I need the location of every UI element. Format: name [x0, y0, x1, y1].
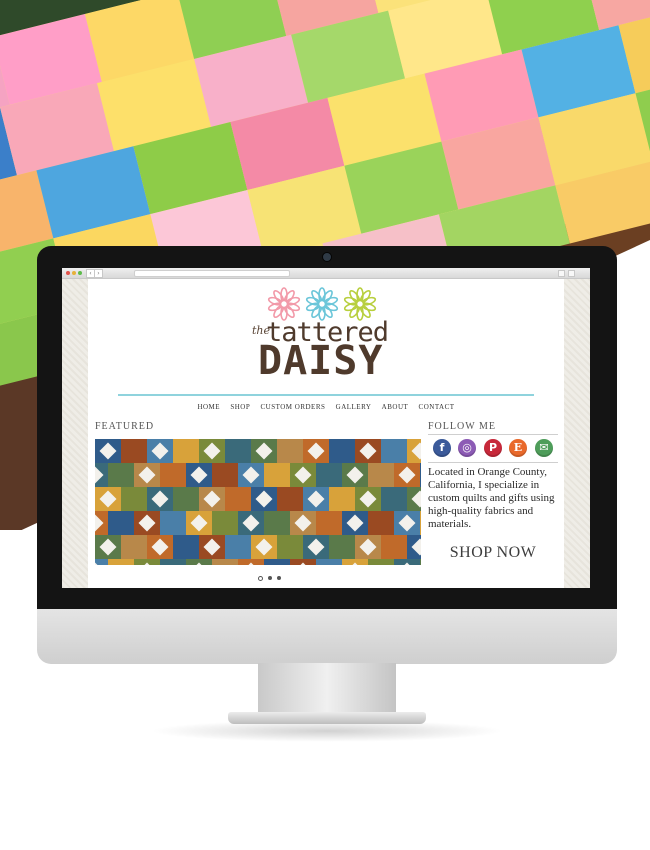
- quilt-patch: [329, 535, 355, 559]
- quilt-patch: [108, 463, 134, 487]
- quilt-patch: [368, 463, 394, 487]
- quilt-patch: [420, 463, 421, 487]
- monitor-stand: [258, 663, 396, 715]
- tabs-icon[interactable]: [568, 270, 575, 277]
- close-window-icon[interactable]: [66, 271, 70, 275]
- quilt-patch: [160, 559, 186, 565]
- email-icon[interactable]: ✉: [535, 439, 553, 457]
- main-nav: HOME SHOP CUSTOM ORDERS GALLERY ABOUT CO…: [88, 401, 564, 413]
- quilt-patch: [329, 439, 355, 463]
- quilt-patch: [225, 535, 251, 559]
- quilt-patch: [108, 511, 134, 535]
- instagram-icon[interactable]: ◎: [458, 439, 476, 457]
- daisy-flower-3: [343, 287, 377, 321]
- featured-heading: FEATURED: [95, 421, 155, 432]
- quilt-patch: [381, 439, 407, 463]
- daisy-flower-1: [267, 287, 301, 321]
- follow-heading: FOLLOW ME: [428, 421, 496, 432]
- forward-arrow-icon[interactable]: ›: [94, 269, 103, 278]
- follow-divider: [428, 434, 558, 435]
- etsy-icon[interactable]: E: [509, 439, 527, 457]
- quilt-patch: [264, 511, 290, 535]
- address-bar[interactable]: [134, 270, 290, 277]
- daisy-flowers-icon: [267, 287, 377, 321]
- quilt-patch: [173, 535, 199, 559]
- minimize-window-icon[interactable]: [72, 271, 76, 275]
- quilt-patch: [212, 559, 238, 565]
- pinterest-icon[interactable]: P: [484, 439, 502, 457]
- maximize-window-icon[interactable]: [78, 271, 82, 275]
- header-divider: [118, 394, 534, 396]
- camera-icon: [323, 253, 331, 261]
- share-icon[interactable]: [558, 270, 565, 277]
- nav-home[interactable]: HOME: [197, 403, 220, 411]
- page-background-left: [62, 279, 88, 588]
- daisy-flower-2: [305, 287, 339, 321]
- quilt-patch: [316, 511, 342, 535]
- quilt-patch: [160, 463, 186, 487]
- slide-dot-3[interactable]: [277, 576, 281, 580]
- featured-quilt-image[interactable]: [95, 439, 421, 565]
- quilt-patch: [108, 559, 134, 565]
- shop-now-button[interactable]: SHOP NOW: [428, 543, 558, 563]
- quilt-patch: [277, 535, 303, 559]
- about-divider: [428, 462, 558, 463]
- quilt-patch: [316, 463, 342, 487]
- quilt-patch: [121, 535, 147, 559]
- quilt-patch: [316, 559, 342, 565]
- slide-dot-2[interactable]: [268, 576, 272, 580]
- quilt-patch: [420, 559, 421, 565]
- nav-gallery[interactable]: GALLERY: [336, 403, 372, 411]
- quilt-patch: [121, 439, 147, 463]
- monitor-chin: [37, 609, 617, 664]
- quilt-patch: [381, 487, 407, 511]
- quilt-patch: [212, 463, 238, 487]
- about-blurb: Located in Orange County, California, I …: [428, 466, 555, 530]
- quilt-patch: [95, 559, 108, 565]
- quilt-patch: [381, 535, 407, 559]
- page-background-right: [564, 279, 590, 588]
- quilt-patch: [368, 511, 394, 535]
- quilt-patch: [277, 439, 303, 463]
- quilt-patch: [160, 511, 186, 535]
- slider-pagination: [258, 575, 298, 583]
- slide-dot-1[interactable]: [258, 576, 263, 581]
- browser-window: ‹ › the tattered DAISY HOME SHOP CUSTOM …: [62, 268, 590, 588]
- nav-contact[interactable]: CONTACT: [419, 403, 455, 411]
- quilt-patch: [225, 439, 251, 463]
- quilt-patch: [264, 463, 290, 487]
- quilt-patch: [173, 439, 199, 463]
- nav-shop[interactable]: SHOP: [230, 403, 250, 411]
- quilt-patch: [420, 511, 421, 535]
- site-logo[interactable]: the tattered DAISY: [252, 287, 392, 385]
- quilt-patch: [212, 511, 238, 535]
- logo-line-2: DAISY: [258, 338, 384, 384]
- web-page: the tattered DAISY HOME SHOP CUSTOM ORDE…: [88, 279, 564, 588]
- quilt-patch: [277, 487, 303, 511]
- quilt-patch: [329, 487, 355, 511]
- quilt-patch: [173, 487, 199, 511]
- quilt-patch: [264, 559, 290, 565]
- browser-toolbar: ‹ ›: [62, 268, 590, 279]
- facebook-icon[interactable]: f: [433, 439, 451, 457]
- quilt-patch: [121, 487, 147, 511]
- quilt-patch: [225, 487, 251, 511]
- nav-custom-orders[interactable]: CUSTOM ORDERS: [260, 403, 325, 411]
- monitor-stand-base: [228, 712, 426, 724]
- quilt-patch: [368, 559, 394, 565]
- nav-about[interactable]: ABOUT: [382, 403, 409, 411]
